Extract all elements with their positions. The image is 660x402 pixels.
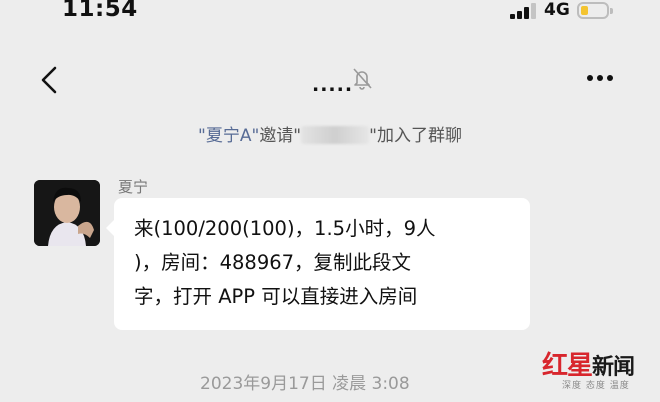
ellipsis-icon[interactable] [585, 68, 615, 88]
watermark-brand: 红星新闻 [542, 345, 635, 382]
bell-off-icon [353, 68, 372, 90]
sender-name: 夏宁 [118, 178, 149, 196]
invite-action-prefix: 邀请" [259, 126, 302, 146]
battery-icon [577, 2, 613, 19]
message-text: 来(100/200(100)，1.5小时，9人 )，房间：488967，复制此段… [134, 217, 436, 308]
avatar-photo [34, 180, 100, 246]
watermark-logo: 红星新闻 深度 态度 温度 [542, 345, 654, 397]
watermark-brand-red: 红星 [542, 351, 593, 381]
chat-title: ..... [312, 74, 354, 96]
status-bar: 11:54 4G [0, 0, 660, 30]
blurred-invitee-name [301, 126, 370, 144]
timestamp-text: 2023年9月17日 凌晨 3:08 [200, 374, 410, 394]
status-time: 11:54 [62, 0, 138, 22]
invite-action-suffix: "加入了群聊 [369, 126, 462, 146]
watermark-slogan: 深度 态度 温度 [562, 381, 630, 391]
watermark-brand-news: 新闻 [592, 354, 635, 380]
cellular-signal-icon [510, 3, 538, 19]
group-invite-notice: "夏宁A"邀请" "加入了群聊 [0, 121, 660, 146]
chevron-left-icon[interactable] [36, 66, 62, 94]
inviter-name[interactable]: "夏宁A" [198, 126, 259, 146]
chat-header: ..... [0, 52, 660, 108]
avatar[interactable] [34, 180, 100, 246]
battery-level [581, 6, 588, 15]
network-type: 4G [544, 0, 570, 20]
message-bubble[interactable]: 来(100/200(100)，1.5小时，9人 )，房间：488967，复制此段… [106, 198, 530, 330]
